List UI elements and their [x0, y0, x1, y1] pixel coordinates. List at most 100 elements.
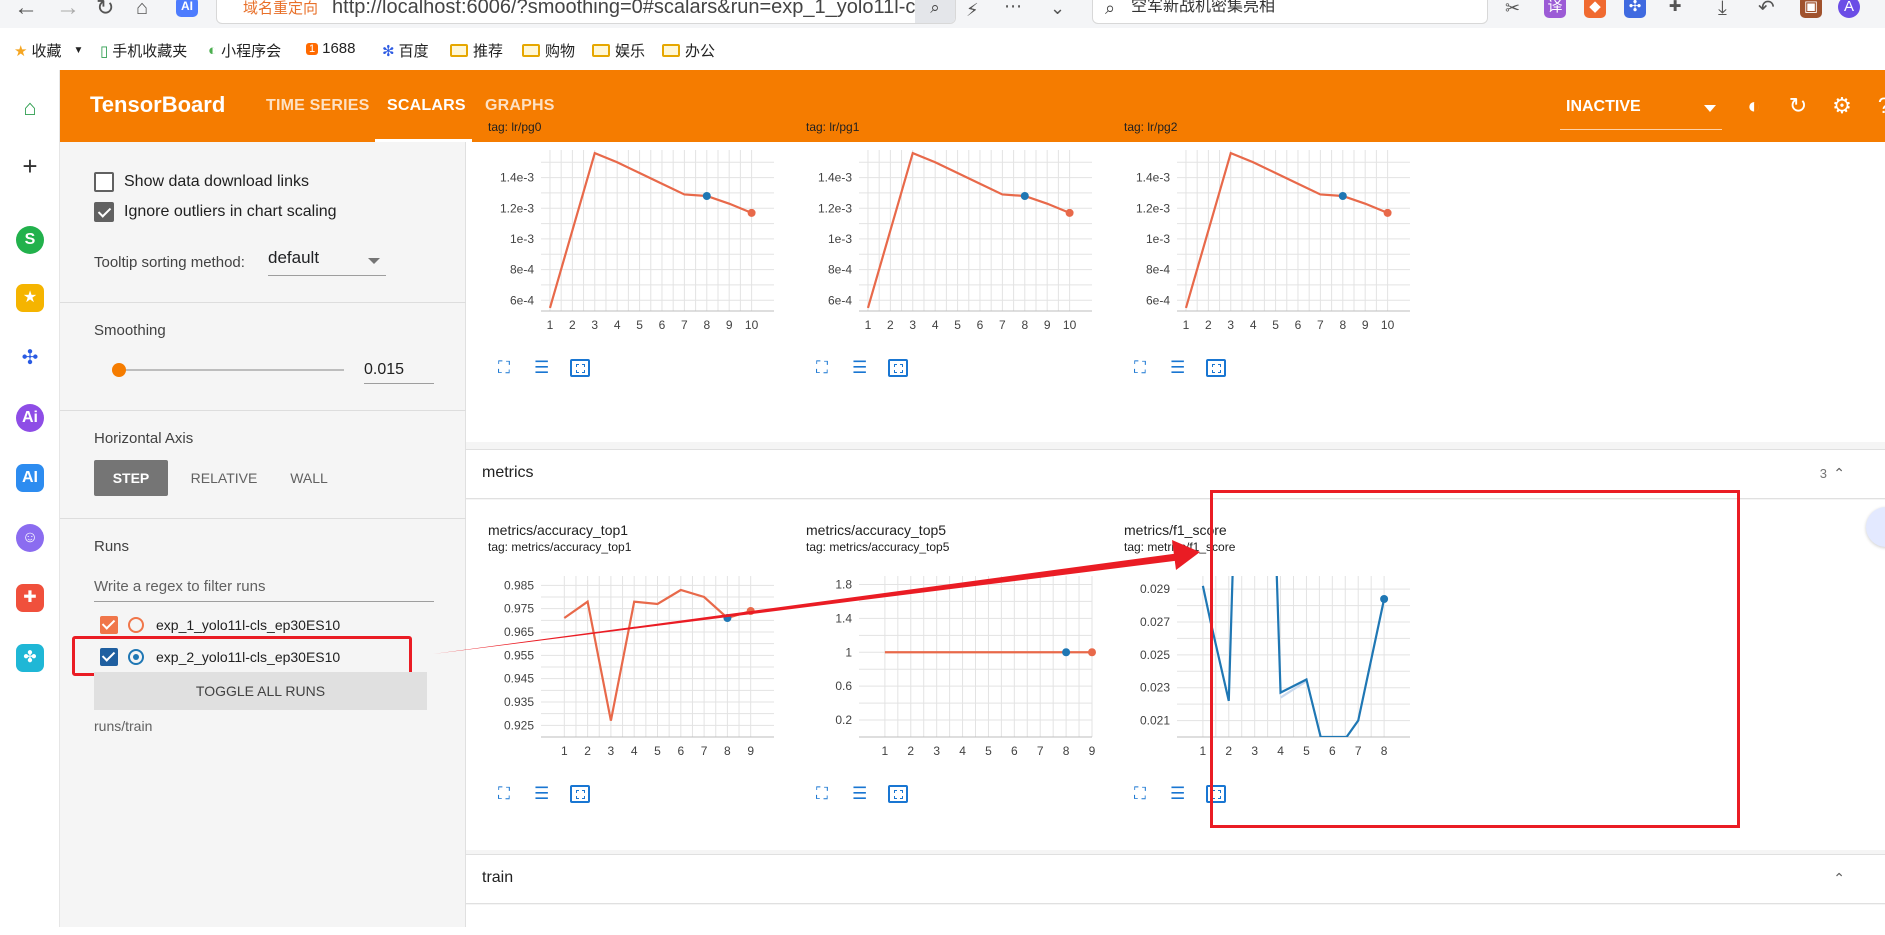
data-point-marker[interactable]: [723, 614, 732, 622]
chart-card: metrics/accuracy_top1 tag: metrics/accura…: [466, 522, 784, 852]
run-radio[interactable]: [128, 617, 144, 633]
reload-icon[interactable]: ↻: [96, 0, 114, 20]
run-filter-input[interactable]: Write a regex to filter runs: [94, 574, 434, 602]
data-table-icon[interactable]: ☰: [534, 785, 554, 803]
url-bar[interactable]: 域名重定向 http://localhost:6006/?smoothing=0#…: [216, 0, 956, 24]
search-icon[interactable]: ⌕: [915, 0, 955, 23]
bookmark-mobile[interactable]: ▯ 手机收藏夹: [100, 40, 187, 61]
haxis-step-button[interactable]: STEP: [94, 460, 168, 496]
bookmark-miniprogram[interactable]: ◐ 小程序会: [208, 40, 281, 61]
bookmark-office[interactable]: 办公: [662, 40, 715, 61]
star-app-icon[interactable]: ★: [16, 284, 44, 312]
fit-domain-icon[interactable]: [1206, 359, 1226, 377]
data-point-marker[interactable]: [1383, 208, 1392, 217]
download-icon[interactable]: ⤓: [1718, 0, 1727, 20]
lightning-icon[interactable]: ⚡: [966, 0, 979, 22]
checkbox-checked[interactable]: [94, 202, 114, 222]
run-row-exp1[interactable]: exp_1_yolo11l-cls_ep30ES10: [100, 616, 340, 634]
bookmark-favorites[interactable]: ★ 收藏 ▼: [14, 40, 83, 61]
data-point-marker[interactable]: [1088, 648, 1096, 657]
ai-assistant-icon[interactable]: AI: [176, 0, 198, 17]
fullscreen-icon[interactable]: ⛶: [816, 359, 836, 377]
smoothing-slider-track[interactable]: [114, 369, 344, 371]
ignore-outliers-toggle[interactable]: Ignore outliers in chart scaling: [94, 202, 337, 222]
fullscreen-icon[interactable]: ⛶: [816, 785, 836, 803]
data-point-marker[interactable]: [746, 607, 755, 615]
fullscreen-icon[interactable]: ⛶: [498, 359, 518, 377]
back-arrow-icon[interactable]: ←: [14, 0, 38, 20]
smoothing-slider-thumb[interactable]: [112, 363, 127, 377]
data-point-marker[interactable]: [1062, 648, 1071, 657]
briefcase-icon[interactable]: ▣: [1800, 0, 1822, 18]
fit-domain-icon[interactable]: [570, 359, 590, 377]
fullscreen-icon[interactable]: ⛶: [498, 785, 518, 803]
data-table-icon[interactable]: ☰: [852, 785, 872, 803]
robot-app-icon[interactable]: ☺: [16, 524, 44, 552]
scissors-icon[interactable]: ✂: [1505, 0, 1520, 20]
network-app-icon[interactable]: ✣: [16, 344, 44, 372]
more-icon[interactable]: ⋯: [1004, 0, 1022, 18]
data-point-marker[interactable]: [702, 192, 711, 200]
translate-extension-icon[interactable]: 译: [1544, 0, 1566, 18]
tab-time-series[interactable]: TIME SERIES: [266, 97, 370, 115]
line-chart[interactable]: 1 2 3 4 5 6 7 8 9 10 6e-4 8e-4 1e-3 1.2e-3 1.4e-3: [784, 136, 1102, 356]
fullscreen-icon[interactable]: ⛶: [1134, 785, 1154, 803]
reload-icon[interactable]: ↻: [1786, 94, 1810, 118]
undo-icon[interactable]: ↶: [1758, 0, 1775, 20]
smoothing-value-input[interactable]: 0.015: [364, 356, 434, 384]
web-search-input[interactable]: ⌕ 空军新战机密集亮相: [1092, 0, 1488, 24]
home-icon[interactable]: ⌂: [136, 0, 148, 20]
data-point-marker[interactable]: [747, 208, 756, 217]
bookmark-entertainment[interactable]: 娱乐: [592, 40, 645, 61]
chevron-up-icon[interactable]: ⌃: [1833, 465, 1845, 482]
data-point-marker[interactable]: [1065, 208, 1074, 217]
miniprogram-app-icon[interactable]: S: [16, 226, 44, 254]
fullscreen-icon[interactable]: ⛶: [1134, 359, 1154, 377]
line-chart[interactable]: 1 2 3 4 5 6 7 8 9 10 6e-4 8e-4 1e-3 1.2e-3 1.4e-3: [466, 136, 784, 356]
network-extension-icon[interactable]: ✣: [1624, 0, 1646, 18]
x-tick-label: 7: [1037, 744, 1044, 758]
bookmark-1688[interactable]: 1 1688: [306, 40, 356, 57]
theme-toggle-icon[interactable]: ◐: [1742, 94, 1766, 118]
data-table-icon[interactable]: ☰: [1170, 359, 1190, 377]
reload-status-select[interactable]: INACTIVE: [1560, 84, 1722, 130]
bookmark-shopping[interactable]: 购物: [522, 40, 575, 61]
haxis-relative-button[interactable]: RELATIVE: [180, 460, 268, 496]
tooltip-sorting-select[interactable]: default: [268, 248, 386, 276]
ai-writer-app-icon[interactable]: AI: [16, 464, 44, 492]
line-chart[interactable]: 1 2 3 4 5 6 7 8 9 10 6e-4 8e-4 1e-3 1.2e-3 1.4e-3: [1102, 136, 1420, 356]
data-table-icon[interactable]: ☰: [1170, 785, 1190, 803]
toggle-all-runs-button[interactable]: TOGGLE ALL RUNS: [94, 672, 427, 710]
tool-app-icon[interactable]: ✤: [16, 644, 44, 672]
bookmark-baidu[interactable]: ✻ 百度: [382, 40, 429, 61]
chevron-up-icon[interactable]: ⌃: [1833, 870, 1845, 887]
data-table-icon[interactable]: ☰: [852, 359, 872, 377]
ai-app-icon[interactable]: Ai: [16, 404, 44, 432]
help-icon[interactable]: ?: [1872, 94, 1885, 118]
forward-arrow-icon[interactable]: →: [56, 0, 80, 20]
plus-icon[interactable]: +: [16, 152, 44, 180]
haxis-wall-button[interactable]: WALL: [276, 460, 342, 496]
profile-avatar-icon[interactable]: A: [1838, 0, 1860, 18]
game-extension-icon[interactable]: ◆: [1584, 0, 1606, 18]
tab-scalars[interactable]: SCALARS: [387, 97, 466, 115]
fit-domain-icon[interactable]: [888, 785, 908, 803]
tab-graphs[interactable]: GRAPHS: [485, 97, 555, 115]
run-checkbox[interactable]: [100, 616, 118, 634]
puzzle-extension-icon[interactable]: ✚: [1664, 0, 1686, 18]
line-chart[interactable]: 1 2 3 4 5 6 7 8 9 0.925 0.935 0.945 0.955 0.965 0.975 0…: [466, 562, 784, 782]
fit-domain-icon[interactable]: [570, 785, 590, 803]
fit-domain-icon[interactable]: [888, 359, 908, 377]
section-header-train[interactable]: train ⌃: [466, 854, 1885, 904]
game-app-icon[interactable]: ✚: [16, 584, 44, 612]
chevron-down-icon[interactable]: ⌄: [1050, 0, 1065, 20]
line-chart[interactable]: 1 2 3 4 5 6 7 8 9 0.2 0.6 1 1.4 1.8: [784, 562, 1102, 782]
home-icon[interactable]: ⌂: [16, 94, 44, 122]
settings-gear-icon[interactable]: ⚙: [1830, 94, 1854, 118]
data-point-marker[interactable]: [1338, 192, 1347, 200]
data-table-icon[interactable]: ☰: [534, 359, 554, 377]
data-point-marker[interactable]: [1020, 192, 1029, 200]
checkbox-unchecked[interactable]: [94, 172, 114, 192]
bookmark-recommend[interactable]: 推荐: [450, 40, 503, 61]
show-download-links-toggle[interactable]: Show data download links: [94, 172, 309, 192]
